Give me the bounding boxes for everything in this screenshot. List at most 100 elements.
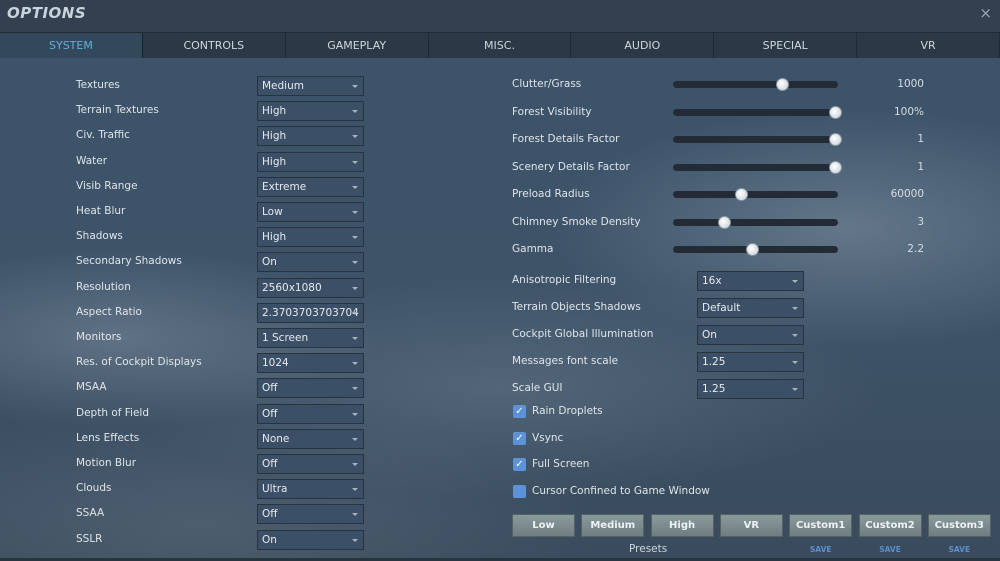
setting-label: MSAA — [76, 381, 107, 394]
tab-audio[interactable]: AUDIO — [571, 33, 715, 58]
tab-system[interactable]: SYSTEM — [0, 33, 143, 58]
chevron-down-icon — [792, 334, 798, 337]
checkbox-label: Cursor Confined to Game Window — [532, 484, 710, 497]
chevron-down-icon — [352, 412, 358, 416]
setting-row: Messages font scale 1.25 — [512, 352, 804, 372]
checkbox-checked[interactable]: ✓ — [513, 458, 526, 471]
preset-custom2-button[interactable]: Custom2 — [858, 514, 922, 537]
setting-row: Civ. Traffic High — [76, 126, 366, 147]
preset-medium-button[interactable]: Medium — [581, 514, 645, 537]
slider-track[interactable] — [673, 243, 838, 256]
chevron-down-icon — [352, 311, 358, 315]
save-custom3-button[interactable]: SAVE — [928, 545, 991, 554]
tab-misc[interactable]: MISC. — [429, 33, 572, 58]
setting-dropdown[interactable]: Off — [257, 403, 364, 424]
slider-track[interactable] — [673, 78, 838, 91]
checkbox-row[interactable]: Cursor Confined to Game Window — [512, 484, 812, 499]
slider-label: Scenery Details Factor — [512, 160, 630, 173]
slider-track[interactable] — [673, 105, 842, 119]
presets-label: Presets — [629, 543, 668, 555]
chevron-down-icon — [352, 211, 358, 214]
checkbox-row[interactable]: ✓ Full Screen — [512, 458, 812, 472]
setting-dropdown[interactable]: High — [257, 101, 364, 122]
slider-handle[interactable] — [828, 133, 842, 146]
save-custom2-button[interactable]: SAVE — [859, 545, 922, 554]
setting-dropdown[interactable]: On — [697, 325, 804, 345]
checkbox-unchecked[interactable] — [513, 484, 526, 498]
setting-dropdown[interactable]: High — [257, 126, 364, 147]
setting-dropdown[interactable]: Default — [697, 298, 804, 318]
slider-handle[interactable] — [828, 105, 842, 119]
setting-dropdown[interactable]: On — [257, 252, 364, 273]
setting-dropdown[interactable]: Off — [257, 504, 364, 525]
setting-row: Shadows High — [76, 227, 366, 248]
setting-row: Secondary Shadows On — [76, 252, 366, 273]
slider-track[interactable] — [673, 215, 838, 229]
setting-dropdown[interactable]: High — [257, 151, 364, 172]
setting-row: Motion Blur Off — [76, 454, 366, 474]
setting-dropdown[interactable]: 1.25 — [697, 352, 804, 372]
checkbox-checked[interactable]: ✓ — [513, 431, 526, 445]
setting-dropdown[interactable]: 2560x1080 — [257, 277, 364, 298]
setting-label: Lens Effects — [76, 431, 140, 444]
setting-dropdown[interactable]: Off — [257, 378, 364, 399]
chevron-down-icon — [352, 85, 358, 88]
chevron-down-icon — [352, 362, 358, 366]
save-custom1-button[interactable]: SAVE — [789, 545, 852, 554]
setting-dropdown[interactable]: 1 Screen — [257, 328, 364, 348]
setting-dropdown[interactable]: Medium — [257, 76, 364, 96]
setting-label: Resolution — [76, 280, 131, 293]
slider-handle[interactable] — [775, 78, 789, 91]
preset-custom3-button[interactable]: Custom3 — [927, 514, 991, 537]
slider-handle[interactable] — [734, 188, 748, 201]
slider-row: Chimney Smoke Density 3 — [512, 215, 924, 230]
setting-dropdown[interactable]: Extreme — [257, 176, 364, 197]
chevron-down-icon — [352, 387, 358, 391]
dropdown-value: On — [702, 329, 717, 341]
dropdown-value: Default — [702, 302, 741, 314]
slider-handle[interactable] — [718, 215, 732, 229]
setting-dropdown[interactable]: 16x — [697, 271, 804, 291]
setting-dropdown[interactable]: Ultra — [257, 479, 364, 500]
setting-row: Monitors 1 Screen — [76, 328, 366, 348]
tab-controls[interactable]: CONTROLS — [143, 33, 286, 58]
preset-vr-button[interactable]: VR — [719, 514, 783, 537]
dropdown-value: 1.25 — [702, 383, 726, 395]
setting-row: Water High — [76, 151, 366, 172]
checkbox-row[interactable]: ✓ Vsync — [512, 431, 812, 446]
setting-dropdown[interactable]: Low — [257, 202, 364, 222]
chevron-down-icon — [792, 280, 798, 283]
setting-dropdown[interactable]: 2.3703703703704 — [257, 302, 364, 323]
checkbox-row[interactable]: ✓ Rain Droplets — [512, 405, 812, 419]
tab-bar: SYSTEM CONTROLS GAMEPLAY MISC. AUDIO SPECIAL V… — [0, 32, 1000, 58]
checkbox-checked[interactable]: ✓ — [513, 405, 526, 418]
tab-vr[interactable]: VR — [857, 33, 1000, 58]
slider-row: Forest Visibility 100% — [512, 105, 924, 120]
setting-row: Visib Range Extreme — [76, 176, 366, 197]
slider-track[interactable] — [673, 133, 842, 146]
setting-dropdown[interactable]: 1024 — [257, 353, 364, 374]
preset-custom1-button[interactable]: Custom1 — [789, 514, 853, 537]
dropdown-value: Off — [262, 458, 278, 470]
setting-dropdown[interactable]: None — [257, 428, 364, 449]
slider-handle[interactable] — [746, 243, 760, 256]
preset-high-button[interactable]: High — [650, 514, 714, 537]
tab-special[interactable]: SPECIAL — [714, 33, 858, 58]
setting-label: Motion Blur — [76, 457, 137, 469]
setting-dropdown[interactable]: On — [257, 529, 364, 550]
slider-track[interactable] — [673, 160, 842, 174]
preset-low-button[interactable]: Low — [512, 514, 575, 537]
chevron-down-icon — [352, 337, 358, 340]
close-icon[interactable]: × — [979, 4, 992, 22]
setting-dropdown[interactable]: 1.25 — [697, 379, 804, 399]
slider-track[interactable] — [673, 188, 838, 201]
setting-dropdown[interactable]: High — [257, 227, 364, 248]
setting-row: Cockpit Global Illumination On — [512, 325, 804, 345]
dropdown-value: 1 Screen — [262, 332, 309, 344]
dropdown-value: Ultra — [262, 483, 288, 496]
dropdown-value: 1024 — [262, 357, 289, 370]
slider-handle[interactable] — [828, 160, 842, 174]
setting-dropdown[interactable]: Off — [257, 454, 364, 474]
tab-gameplay[interactable]: GAMEPLAY — [286, 33, 429, 58]
slider-row: Clutter/Grass 1000 — [512, 78, 924, 92]
